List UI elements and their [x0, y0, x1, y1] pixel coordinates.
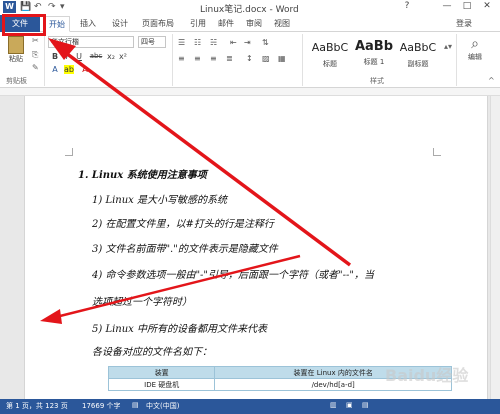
styles-group-label: 样式 [370, 77, 384, 85]
highlight-box [2, 14, 46, 36]
italic-button[interactable]: I [62, 52, 72, 61]
subscript-button[interactable]: x₂ [106, 52, 116, 61]
paste-label: 粘贴 [9, 55, 23, 63]
doc-list-item[interactable]: 5) Linux 中所有的设备都用文件来代表 [92, 320, 267, 335]
editing-button[interactable]: ⌕ 编辑 [460, 36, 490, 76]
customize-quick-access-icon[interactable]: ▾ [60, 2, 65, 13]
style-preview: AaBbC [311, 41, 349, 54]
redo-icon[interactable]: ↷ [48, 2, 56, 13]
watermark-logo: Baidu经验 [385, 366, 469, 385]
undo-icon[interactable]: ↶ [34, 2, 42, 13]
justify-icon[interactable]: ≣ [226, 54, 233, 63]
clipboard-group-label: 剪贴板 [6, 77, 27, 85]
signin-link[interactable]: 登录 [456, 18, 472, 29]
align-right-icon[interactable]: ≡ [210, 54, 217, 63]
editing-label: 编辑 [468, 53, 482, 61]
numbering-icon[interactable]: ☷ [194, 38, 201, 47]
read-mode-icon[interactable]: ▥ [330, 401, 337, 409]
tab-mailings[interactable]: 邮件 [218, 18, 234, 29]
format-painter-icon[interactable]: ✎ [32, 63, 39, 72]
clipboard-icon [8, 36, 24, 54]
close-button[interactable]: ✕ [480, 1, 494, 11]
group-divider [172, 34, 173, 86]
search-icon: ⌕ [471, 36, 479, 52]
bold-button[interactable]: B [50, 52, 60, 61]
doc-list-item[interactable]: 3) 文件名前面带"."的文件表示是隐藏文件 [92, 240, 278, 255]
vertical-scrollbar[interactable] [490, 96, 500, 399]
tab-design[interactable]: 设计 [112, 18, 128, 29]
sort-icon[interactable]: ⇅ [262, 38, 269, 47]
tab-references[interactable]: 引用 [190, 18, 206, 29]
table-header-cell[interactable]: 装置 [107, 366, 216, 379]
restore-button[interactable]: □ [460, 1, 474, 11]
styles-scroll-icon[interactable]: ▴▾ [444, 42, 452, 51]
doc-list-item[interactable]: 1) Linux 是大小写敏感的系统 [92, 191, 227, 206]
borders-icon[interactable]: ▦ [278, 54, 286, 63]
align-left-icon[interactable]: ≡ [178, 54, 185, 63]
strikethrough-button[interactable]: abc [88, 52, 104, 60]
doc-heading[interactable]: 1. Linux 系统使用注意事项 [78, 166, 207, 181]
copy-icon[interactable]: ⎘ [32, 50, 38, 60]
style-name: 标题 [323, 60, 337, 68]
ruler [0, 88, 500, 96]
status-bar: 第 1 页，共 123 页 17669 个字 ▤ 中文(中国) ▥ ▣ ▤ [0, 399, 500, 414]
tab-page-layout[interactable]: 页面布局 [142, 18, 174, 29]
group-divider [456, 34, 457, 86]
style-title[interactable]: AaBbC 标题 [308, 36, 352, 74]
print-layout-icon[interactable]: ▣ [346, 401, 353, 409]
superscript-button[interactable]: x² [118, 52, 128, 61]
document-title: Linux笔记.docx - Word [200, 5, 299, 15]
highlight-icon[interactable]: ab [64, 65, 74, 74]
crop-mark [65, 148, 73, 156]
align-center-icon[interactable]: ≡ [194, 54, 201, 63]
doc-list-item[interactable]: 2) 在配置文件里，以#打头的行是注释行 [92, 215, 274, 230]
font-color-icon[interactable]: A [80, 65, 90, 74]
ribbon-tab-bar: 文件 开始 插入 设计 页面布局 引用 邮件 审阅 视图 登录 [0, 15, 500, 32]
web-layout-icon[interactable]: ▤ [362, 401, 369, 409]
doc-list-item[interactable]: 各设备对应的文件名如下： [92, 343, 212, 358]
table-cell[interactable]: IDE 硬盘机 [107, 378, 216, 391]
save-icon[interactable]: 💾 [20, 2, 31, 13]
style-preview: AaBbC [399, 41, 437, 54]
decrease-indent-icon[interactable]: ⇤ [230, 38, 237, 47]
font-size-dropdown[interactable]: 四号 [138, 36, 166, 48]
multilevel-list-icon[interactable]: ☵ [210, 38, 217, 47]
shading-icon[interactable]: ▨ [262, 54, 270, 63]
help-button[interactable]: ? [400, 1, 414, 11]
tab-view[interactable]: 视图 [274, 18, 290, 29]
underline-button[interactable]: U [74, 52, 84, 61]
language-indicator[interactable]: 中文(中国) [146, 401, 179, 411]
increase-indent-icon[interactable]: ⇥ [244, 38, 251, 47]
style-name: 副标题 [407, 60, 429, 68]
title-bar: W 💾 ↶ ↷ ▾ Linux笔记.docx - Word ? — □ ✕ [0, 0, 500, 15]
font-name-dropdown[interactable]: 华文行楷 [48, 36, 134, 48]
cut-icon[interactable]: ✂ [32, 36, 39, 45]
tab-home[interactable]: 开始 [44, 16, 70, 32]
paste-button[interactable]: 粘贴 [4, 34, 28, 74]
word-count[interactable]: 17669 个字 [82, 401, 121, 411]
doc-list-item[interactable]: 4) 命令参数选项一般由"-"引导，后面跟一个字符（或者"--"，当 [92, 266, 374, 281]
word-logo-icon: W [3, 1, 16, 13]
tab-review[interactable]: 审阅 [246, 18, 262, 29]
style-heading-1[interactable]: AaBb 标题 1 [352, 36, 396, 74]
proofing-icon[interactable]: ▤ [132, 401, 139, 409]
ribbon: 粘贴 ✂ ⎘ ✎ 剪贴板 华文行楷 四号 B I U abc x₂ x² A a… [0, 32, 500, 88]
doc-list-item[interactable]: 选项超过一个字符时） [92, 293, 192, 308]
style-subtitle[interactable]: AaBbC 副标题 [396, 36, 440, 74]
tab-insert[interactable]: 插入 [80, 18, 96, 29]
minimize-button[interactable]: — [440, 1, 454, 11]
text-effects-icon[interactable]: A [50, 65, 60, 74]
collapse-ribbon-icon[interactable]: ^ [488, 76, 495, 85]
style-preview: AaBb [354, 39, 394, 54]
page-count[interactable]: 第 1 页，共 123 页 [6, 401, 68, 411]
style-name: 标题 1 [363, 58, 385, 66]
crop-mark [433, 148, 441, 156]
group-divider [44, 34, 45, 86]
bullets-icon[interactable]: ☰ [178, 38, 185, 47]
line-spacing-icon[interactable]: ↕ [246, 54, 253, 63]
group-divider [302, 34, 303, 86]
